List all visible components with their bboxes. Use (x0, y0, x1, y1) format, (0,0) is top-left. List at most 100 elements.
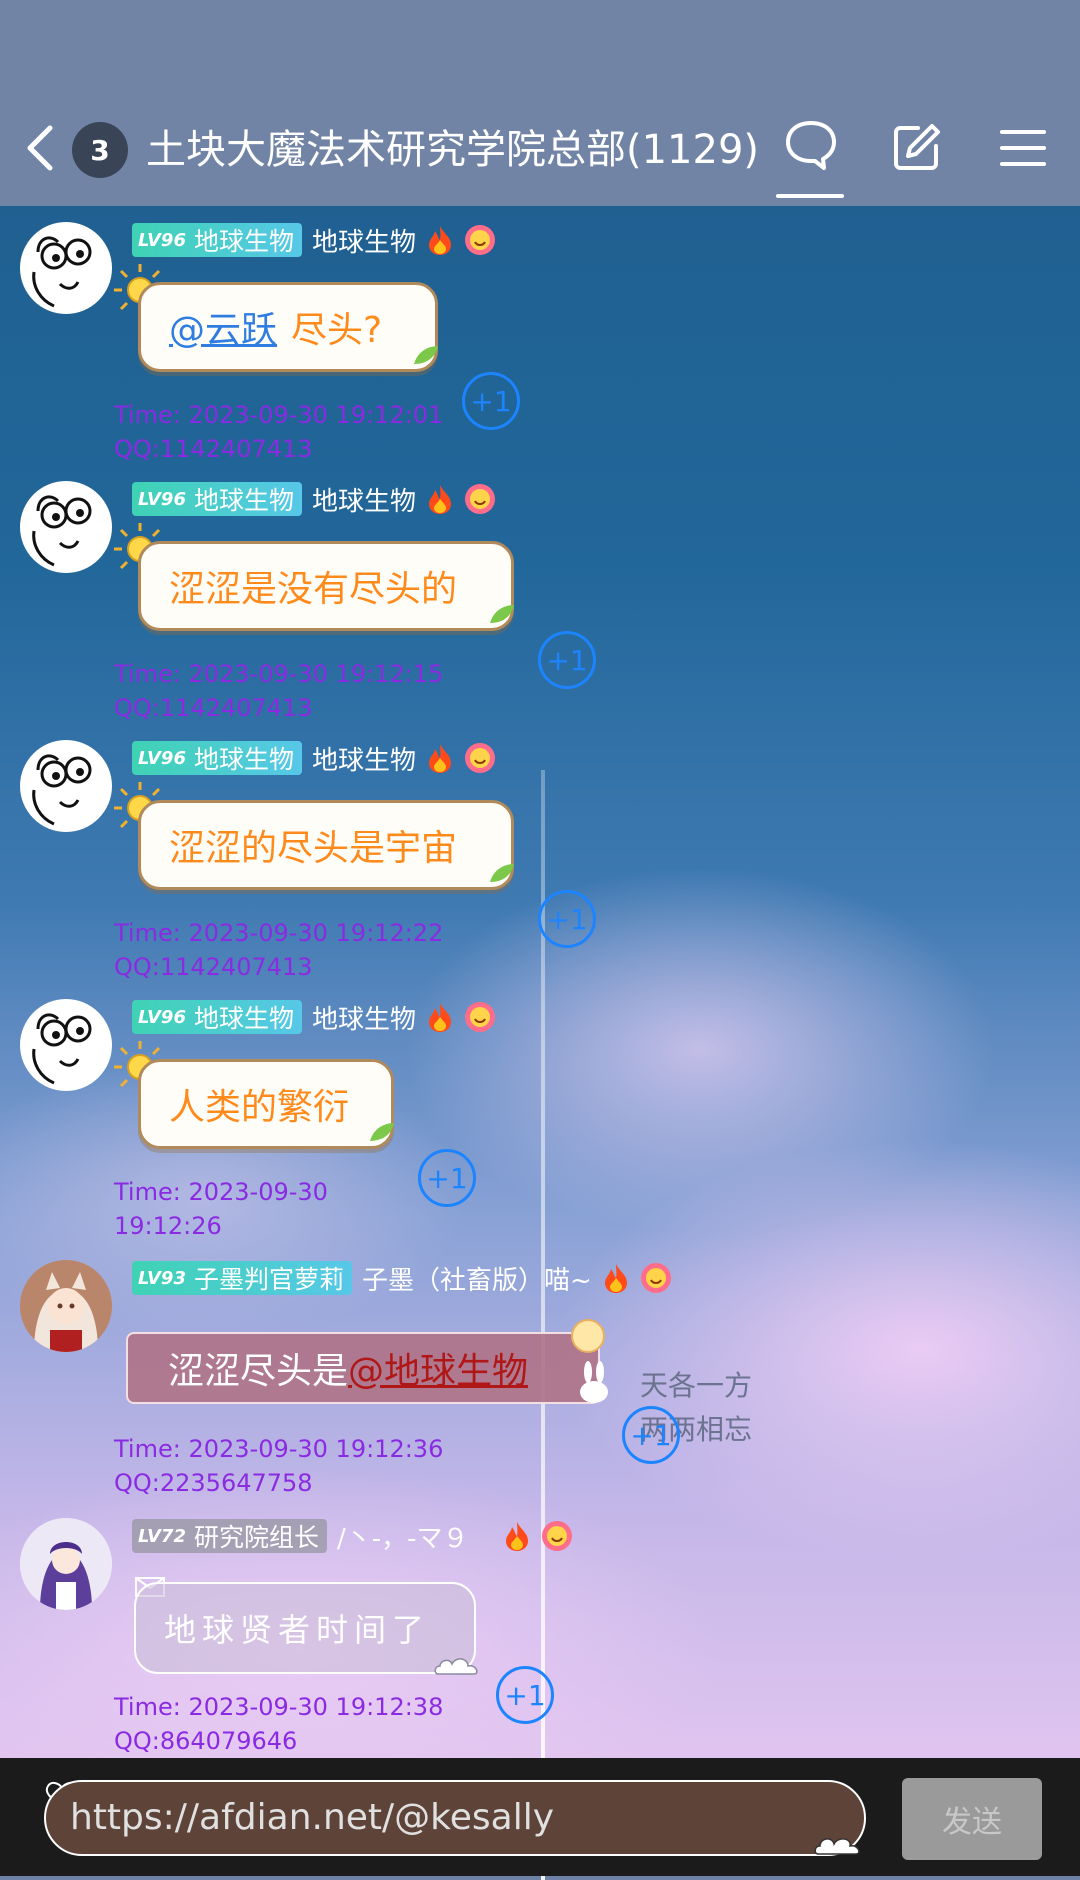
sender-nickname[interactable]: /丶-，-マ９ (337, 1518, 469, 1555)
message-time: Time: 2023-09-30 (114, 1178, 328, 1206)
sender-qq: QQ:864079646 (114, 1727, 298, 1755)
chat-title: 土块大魔法术研究学院总部(1129) (146, 127, 760, 173)
sender-qq: QQ:1142407413 (114, 953, 313, 981)
avatar[interactable] (20, 1260, 112, 1352)
message-text: 涩涩是没有尽头的 (169, 569, 458, 610)
fire-icon (604, 1264, 627, 1293)
meme-face-icon (22, 742, 110, 830)
message-time: Time: 2023-09-30 19:12:15 (114, 660, 444, 688)
avatar[interactable] (20, 1518, 112, 1610)
fire-icon (429, 485, 452, 514)
member-title-tag: LV96 地球生物 (132, 223, 302, 257)
message-time: Time: 2023-09-30 19:12:36 (114, 1435, 444, 1463)
title-tag-label: 地球生物 (193, 745, 294, 774)
message-meta: Time: 2023-09-30 19:12:26 (114, 1175, 328, 1243)
flower-smile-icon (465, 743, 496, 773)
plus-one-button[interactable]: +1 (538, 890, 596, 948)
flower-smile-icon (640, 1263, 671, 1293)
message-meta: Time: 2023-09-30 19:12:22 QQ:1142407413 (114, 916, 443, 984)
message-time: Time: 2023-09-30 19:12:01 (114, 401, 444, 429)
message-bubble[interactable]: 涩涩的尽头是宇宙 (138, 800, 514, 890)
edit-icon[interactable] (892, 122, 942, 172)
plus-one-button[interactable]: +1 (622, 1406, 680, 1464)
message-meta: Time: 2023-09-30 19:12:38 QQ:864079646 (114, 1690, 443, 1758)
sender-qq: QQ:1142407413 (114, 694, 313, 722)
plus-one-button[interactable]: +1 (462, 372, 520, 430)
flower-smile-icon (465, 1002, 496, 1032)
avatar[interactable] (20, 481, 112, 573)
flower-smile-icon (541, 1521, 572, 1551)
plus-one-button[interactable]: +1 (496, 1666, 554, 1724)
fire-icon (429, 744, 452, 773)
leaf-icon (370, 1123, 394, 1141)
active-tab-indicator (776, 194, 844, 198)
level-label: LV96 (138, 747, 186, 769)
message-input[interactable]: https://afdian.net/@kesally (44, 1780, 866, 1856)
sender-nickname[interactable]: 地球生物 (312, 740, 416, 777)
flower-smile-icon (465, 225, 496, 255)
message-text: 涩涩尽头是 (168, 1351, 349, 1392)
menu-icon[interactable] (998, 126, 1048, 170)
fire-icon (429, 226, 452, 255)
cloud-sticker-icon (814, 1838, 860, 1855)
sender-header: LV96 地球生物 地球生物 (132, 481, 496, 517)
fire-icon (429, 1003, 452, 1032)
mention-link[interactable]: @地球生物 (348, 1342, 528, 1394)
sender-nickname[interactable]: 地球生物 (312, 999, 416, 1036)
message-text: 地球贤者时间了 (164, 1611, 431, 1649)
message-meta: Time: 2023-09-30 19:12:15 QQ:1142407413 (114, 657, 443, 725)
level-label: LV72 (138, 1525, 186, 1547)
anime-girl-avatar-icon (20, 1260, 112, 1352)
member-title-tag: LV72 研究院组长 (132, 1519, 327, 1553)
sender-header: LV96 地球生物 地球生物 (132, 740, 496, 776)
rabbit-sticker-icon (580, 1361, 608, 1403)
avatar[interactable] (20, 740, 112, 832)
meme-face-icon (22, 224, 110, 312)
sender-header: LV93 子墨判官萝莉 子墨（社畜版）喵~ (132, 1260, 672, 1296)
message-meta: Time: 2023-09-30 19:12:36 QQ:2235647758 (114, 1432, 443, 1500)
title-tag-label: 研究院组长 (193, 1523, 319, 1552)
avatar[interactable] (20, 999, 112, 1091)
message-bubble[interactable]: 涩涩尽头是 @地球生物 (126, 1332, 600, 1404)
sender-qq: QQ:1142407413 (114, 435, 313, 463)
title-tag-label: 子墨判官萝莉 (193, 1265, 344, 1294)
sender-qq: QQ:2235647758 (114, 1469, 313, 1497)
message-bubble[interactable]: 地球贤者时间了 (134, 1582, 476, 1674)
message-bubble[interactable]: 涩涩是没有尽头的 (138, 541, 514, 631)
level-label: LV93 (138, 1267, 186, 1289)
mention-link[interactable]: @云跃 (169, 301, 277, 353)
moon-sticker-icon (571, 1319, 605, 1353)
back-arrow-icon[interactable] (20, 124, 64, 172)
sender-header: LV72 研究院组长 /丶-，-マ９ (132, 1518, 573, 1554)
sender-nickname[interactable]: 地球生物 (312, 481, 416, 518)
member-title-tag: LV93 子墨判官萝莉 (132, 1261, 352, 1295)
level-label: LV96 (138, 488, 186, 510)
message-meta: Time: 2023-09-30 19:12:01 QQ:1142407413 (114, 398, 443, 466)
message-text: 人类的繁衍 (169, 1087, 350, 1128)
top-bar: 3 土块大魔法术研究学院总部(1129) (0, 0, 1080, 206)
level-label: LV96 (138, 229, 186, 251)
plus-one-button[interactable]: +1 (538, 631, 596, 689)
flower-smile-icon (465, 484, 496, 514)
unread-count-badge[interactable]: 3 (72, 122, 128, 178)
member-title-tag: LV96 地球生物 (132, 482, 302, 516)
leaf-icon (414, 346, 438, 364)
message-bubble[interactable]: 人类的繁衍 (138, 1059, 394, 1149)
message-bubble[interactable]: @云跃 尽头? (138, 282, 438, 372)
sender-nickname[interactable]: 子墨（社畜版）喵~ (362, 1260, 592, 1297)
decoration-line: 天各一方 (640, 1369, 753, 1402)
meme-face-icon (22, 483, 110, 571)
plus-one-button[interactable]: +1 (418, 1149, 476, 1207)
message-text: 尽头? (291, 310, 383, 351)
sender-nickname[interactable]: 地球生物 (312, 222, 416, 259)
fire-icon (505, 1522, 528, 1551)
send-button[interactable]: 发送 (902, 1778, 1042, 1860)
leaf-icon (490, 864, 514, 882)
avatar[interactable] (20, 222, 112, 314)
message-time: 19:12:26 (114, 1212, 222, 1240)
chat-bubble-icon[interactable] (784, 118, 838, 172)
title-tag-label: 地球生物 (193, 1004, 294, 1033)
message-time: Time: 2023-09-30 19:12:22 (114, 919, 444, 947)
sender-header: LV96 地球生物 地球生物 (132, 999, 496, 1035)
leaf-icon (490, 605, 514, 623)
